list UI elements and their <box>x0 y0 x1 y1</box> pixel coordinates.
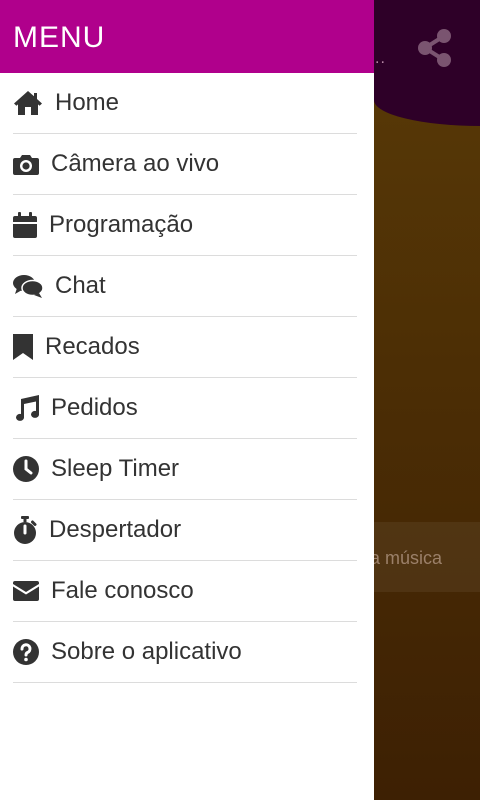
stopwatch-icon <box>13 516 37 544</box>
envelope-icon <box>13 581 39 601</box>
menu-item-label: Recados <box>45 333 140 360</box>
clock-icon <box>13 456 39 482</box>
menu-item-alarm[interactable]: Despertador <box>13 500 357 561</box>
drawer-header: MENU <box>0 0 374 73</box>
menu-item-sleep-timer[interactable]: Sleep Timer <box>13 439 357 500</box>
menu-item-label: Sobre o aplicativo <box>51 638 242 665</box>
menu-item-label: Sleep Timer <box>51 455 180 482</box>
now-playing-text: a música <box>370 548 443 568</box>
home-icon <box>13 90 43 116</box>
menu-item-label: Chat <box>55 272 106 299</box>
menu-item-messages[interactable]: Recados <box>13 317 357 378</box>
menu-item-home[interactable]: Home <box>13 73 357 134</box>
menu-item-contact[interactable]: Fale conosco <box>13 561 357 622</box>
bookmark-icon <box>13 334 33 360</box>
app-title-overflow: .. <box>375 50 386 67</box>
menu-item-label: Pedidos <box>51 394 138 421</box>
camera-icon <box>13 153 39 175</box>
menu-item-label: Despertador <box>49 516 182 543</box>
calendar-icon <box>13 212 37 238</box>
question-circle-icon <box>13 639 39 665</box>
menu-item-label: Programação <box>49 211 194 238</box>
navigation-drawer: MENU Home Câmera ao vivo Programação Cha… <box>0 0 374 800</box>
menu-item-schedule[interactable]: Programação <box>13 195 357 256</box>
menu-item-label: Câmera ao vivo <box>51 150 220 177</box>
menu-item-chat[interactable]: Chat <box>13 256 357 317</box>
menu-item-about[interactable]: Sobre o aplicativo <box>13 622 357 683</box>
menu-item-label: Home <box>55 89 120 116</box>
music-note-icon <box>13 395 39 421</box>
menu-item-label: Fale conosco <box>51 577 194 604</box>
chat-bubbles-icon <box>13 274 43 298</box>
menu-title: MENU <box>13 20 106 54</box>
share-icon[interactable] <box>416 28 454 68</box>
menu-item-camera-live[interactable]: Câmera ao vivo <box>13 134 357 195</box>
menu-item-requests[interactable]: Pedidos <box>13 378 357 439</box>
